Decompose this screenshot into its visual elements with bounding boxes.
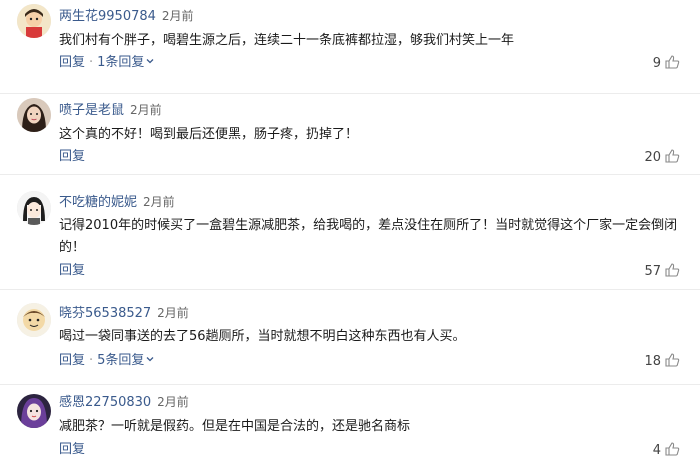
comment-meta: 感恩22750830 2月前 — [59, 393, 189, 411]
username-link[interactable]: 不吃糖的妮妮 — [59, 195, 137, 210]
reply-button[interactable]: 回复 — [59, 55, 85, 70]
like-control[interactable]: 9 — [653, 54, 680, 72]
expand-replies-button[interactable]: 5条回复 — [97, 353, 154, 368]
username-link[interactable]: 感恩22750830 — [59, 395, 151, 410]
comment-text: 喝过一袋同事送的去了56趟厕所，当时就想不明白这种东西也有人买。 — [59, 329, 466, 344]
comment-list: 两生花9950784 2月前 我们村有个胖子，喝碧生源之后，连续二十一条底裤都拉湿… — [0, 0, 700, 469]
thumbs-up-icon[interactable] — [664, 54, 680, 70]
like-count: 18 — [644, 354, 661, 369]
reply-button[interactable]: 回复 — [59, 353, 85, 368]
thumbs-up-icon[interactable] — [664, 262, 680, 278]
comment-text: 减肥茶？一听就是假药。但是在中国是合法的，还是驰名商标 — [59, 419, 411, 434]
comment-text: 这个真的不好！喝到最后还便黑，肠子疼，扔掉了！ — [59, 127, 359, 142]
comment-item: 不吃糖的妮妮 2月前 记得2010年的时候买了一盒碧生源减肥茶，给我喝的，差点没住… — [0, 175, 700, 290]
replies-count-label: 1条回复 — [97, 55, 145, 70]
comment-actions: 回复 — [59, 148, 85, 166]
replies-count-label: 5条回复 — [97, 353, 145, 368]
thumbs-up-icon[interactable] — [664, 441, 680, 457]
like-control[interactable]: 57 — [644, 262, 680, 280]
reply-button[interactable]: 回复 — [59, 442, 85, 457]
comment-item: 两生花9950784 2月前 我们村有个胖子，喝碧生源之后，连续二十一条底裤都拉湿… — [0, 0, 700, 94]
cartoon-girl-avatar-icon[interactable] — [17, 191, 51, 225]
like-count: 4 — [652, 443, 661, 458]
thumbs-up-icon[interactable] — [664, 148, 680, 164]
like-control[interactable]: 18 — [644, 352, 680, 370]
cartoon-face-avatar-icon[interactable] — [17, 303, 51, 337]
comment-text: 我们村有个胖子，喝碧生源之后，连续二十一条底裤都拉湿，够我们村笑上一年 — [59, 33, 515, 48]
woman-avatar-icon[interactable] — [17, 98, 51, 132]
purple-hair-avatar-icon[interactable] — [17, 394, 51, 428]
comment-actions: 回复 · 1条回复 — [59, 54, 154, 72]
comment-time: 2月前 — [157, 395, 189, 409]
username-link[interactable]: 晓芬56538527 — [59, 306, 151, 321]
chevron-down-icon — [146, 357, 154, 362]
comment-actions: 回复 — [59, 262, 85, 280]
username-link[interactable]: 两生花9950784 — [59, 9, 156, 24]
child-avatar-icon[interactable] — [17, 4, 51, 38]
comment-time: 2月前 — [143, 195, 175, 209]
comment-time: 2月前 — [130, 103, 162, 117]
like-control[interactable]: 4 — [653, 441, 680, 459]
comment-item: 晓芬56538527 2月前 喝过一袋同事送的去了56趟厕所，当时就想不明白这种东… — [0, 290, 700, 385]
comment-time: 2月前 — [157, 306, 189, 320]
thumbs-up-icon[interactable] — [664, 352, 680, 368]
like-count: 57 — [644, 264, 661, 279]
comment-actions: 回复 · 5条回复 — [59, 352, 154, 370]
like-count: 9 — [652, 56, 661, 71]
comment-actions: 回复 — [59, 441, 85, 459]
comment-meta: 喷子是老鼠 2月前 — [59, 101, 162, 119]
separator-dot: · — [89, 353, 94, 368]
comment-item: 喷子是老鼠 2月前 这个真的不好！喝到最后还便黑，肠子疼，扔掉了！ 回复 20 — [0, 94, 700, 175]
reply-button[interactable]: 回复 — [59, 263, 85, 278]
separator-dot: · — [89, 55, 94, 70]
username-link[interactable]: 喷子是老鼠 — [59, 103, 124, 118]
comment-time: 2月前 — [161, 9, 194, 23]
expand-replies-button[interactable]: 1条回复 — [97, 55, 154, 70]
comment-meta: 两生花9950784 2月前 — [59, 7, 194, 25]
chevron-down-icon — [146, 59, 154, 64]
comment-meta: 晓芬56538527 2月前 — [59, 304, 189, 322]
like-control[interactable]: 20 — [644, 148, 680, 166]
comment-item: 感恩22750830 2月前 减肥茶？一听就是假药。但是在中国是合法的，还是驰名商… — [0, 385, 700, 469]
comment-text: 记得2010年的时候买了一盒碧生源减肥茶，给我喝的，差点没住在厕所了！当时就觉得… — [59, 218, 678, 255]
reply-button[interactable]: 回复 — [59, 149, 85, 164]
like-count: 20 — [644, 150, 661, 165]
comment-meta: 不吃糖的妮妮 2月前 — [59, 193, 175, 211]
